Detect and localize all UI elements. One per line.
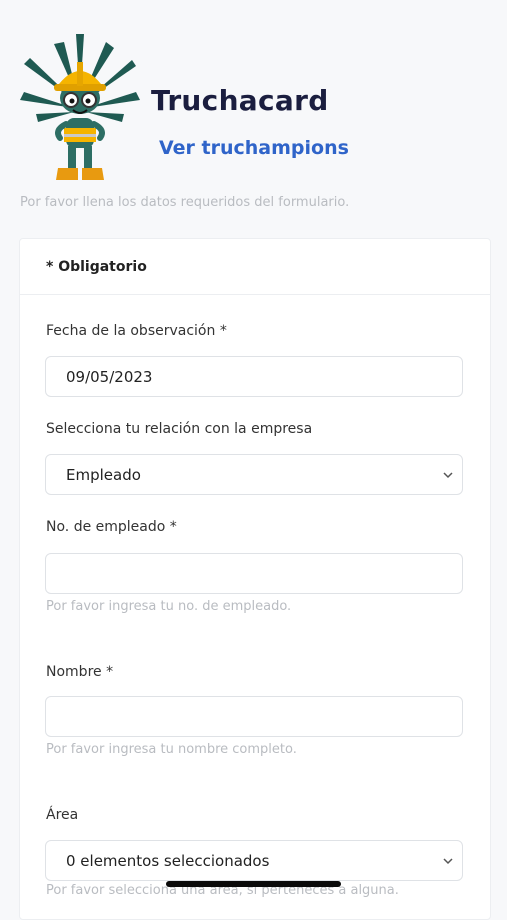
form-card: * Obligatorio Fecha de la observación * … bbox=[19, 238, 491, 920]
relation-label: Selecciona tu relación con la empresa bbox=[46, 421, 313, 437]
mascot-logo bbox=[20, 34, 140, 180]
area-label: Área bbox=[46, 807, 79, 823]
chevron-down-icon bbox=[443, 858, 453, 865]
form-intro-text: Por favor llena los datos requeridos del… bbox=[20, 195, 350, 210]
area-value: 0 elementos seleccionados bbox=[66, 851, 270, 870]
area-select[interactable]: 0 elementos seleccionados bbox=[45, 840, 463, 881]
relation-value: Empleado bbox=[66, 465, 141, 484]
date-input[interactable]: 09/05/2023 bbox=[45, 356, 463, 397]
employee-number-input[interactable] bbox=[45, 553, 463, 594]
app-header: Truchacard Ver truchampions bbox=[0, 0, 507, 190]
date-label: Fecha de la observación * bbox=[46, 323, 227, 339]
truchampions-link[interactable]: Ver truchampions bbox=[159, 137, 349, 159]
app-title: Truchacard bbox=[151, 84, 329, 117]
name-label: Nombre * bbox=[46, 664, 114, 680]
name-help: Por favor ingresa tu nombre completo. bbox=[46, 742, 297, 757]
date-value: 09/05/2023 bbox=[66, 367, 153, 386]
employee-number-help: Por favor ingresa tu no. de empleado. bbox=[46, 599, 292, 614]
chevron-down-icon bbox=[443, 472, 453, 479]
employee-number-label: No. de empleado * bbox=[46, 519, 177, 535]
home-indicator bbox=[166, 881, 341, 887]
name-input[interactable] bbox=[45, 696, 463, 737]
relation-select[interactable]: Empleado bbox=[45, 454, 463, 495]
required-note: * Obligatorio bbox=[20, 239, 490, 295]
